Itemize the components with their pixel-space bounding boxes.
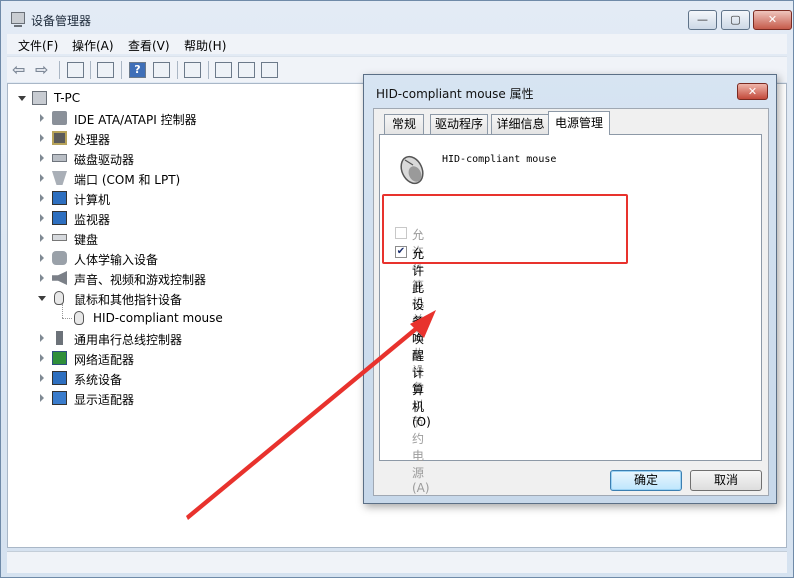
tree-item-label: 键盘 bbox=[74, 233, 99, 247]
tree-item-label: 显示适配器 bbox=[74, 393, 135, 407]
menu-help[interactable]: 帮助(H) bbox=[184, 37, 226, 54]
system-device-icon bbox=[52, 371, 67, 385]
properties-dialog: HID-compliant mouse 属性 ✕ 常规 驱动程序 详细信息 电源… bbox=[363, 74, 777, 504]
ide-controller-icon bbox=[52, 111, 67, 125]
port-icon bbox=[52, 171, 67, 185]
usb-icon bbox=[56, 331, 63, 345]
computer-icon bbox=[32, 91, 47, 105]
tree-item-label: 鼠标和其他指针设备 bbox=[74, 293, 183, 307]
tab-power-management[interactable]: 电源管理 bbox=[548, 111, 610, 135]
keyboard-icon bbox=[52, 234, 67, 241]
power-management-panel: HID-compliant mouse 允许计算机关闭此设备以节约电源(A) ✔… bbox=[379, 134, 762, 495]
tree-connector bbox=[62, 304, 63, 318]
collapse-icon[interactable] bbox=[18, 96, 26, 101]
menu-bar: 文件(F) 操作(A) 查看(V) 帮助(H) bbox=[7, 34, 787, 54]
sound-icon bbox=[52, 271, 67, 285]
action-icon[interactable] bbox=[153, 62, 170, 78]
console-tree-icon[interactable] bbox=[67, 62, 84, 78]
ok-button[interactable]: 确定 bbox=[610, 470, 682, 491]
tree-item-label: IDE ATA/ATAPI 控制器 bbox=[74, 113, 197, 127]
menu-action[interactable]: 操作(A) bbox=[72, 37, 114, 54]
back-icon[interactable]: ⇦ bbox=[12, 62, 29, 78]
cancel-button[interactable]: 取消 bbox=[690, 470, 762, 491]
annotation-highlight-box bbox=[382, 194, 628, 264]
tree-item-label: 端口 (COM 和 LPT) bbox=[74, 173, 181, 187]
tree-root-label: T-PC bbox=[54, 91, 81, 105]
toolbar-separator bbox=[121, 61, 122, 79]
expand-icon[interactable] bbox=[40, 134, 44, 142]
tree-item-label: 系统设备 bbox=[74, 373, 123, 387]
menu-view[interactable]: 查看(V) bbox=[128, 37, 170, 54]
tree-connector bbox=[62, 318, 72, 319]
expand-icon[interactable] bbox=[40, 174, 44, 182]
tab-driver[interactable]: 驱动程序 bbox=[430, 114, 488, 135]
tree-item-label: 网络适配器 bbox=[74, 353, 135, 367]
expand-icon[interactable] bbox=[40, 334, 44, 342]
close-button[interactable]: ✕ bbox=[753, 10, 792, 30]
network-icon bbox=[52, 351, 67, 365]
device-name: HID-compliant mouse bbox=[442, 154, 557, 165]
tree-item-label: HID-compliant mouse bbox=[93, 311, 223, 325]
mouse-icon bbox=[74, 311, 84, 325]
tab-details[interactable]: 详细信息 bbox=[491, 114, 550, 135]
dialog-close-button[interactable]: ✕ bbox=[737, 83, 768, 100]
scan-hardware-icon[interactable] bbox=[184, 62, 201, 78]
dialog-body: 常规 驱动程序 详细信息 电源管理 HID-compliant mouse 允许… bbox=[373, 108, 769, 496]
computer-icon bbox=[52, 191, 67, 205]
properties-icon[interactable] bbox=[97, 62, 114, 78]
disable-icon[interactable] bbox=[261, 62, 278, 78]
expand-icon[interactable] bbox=[40, 354, 44, 362]
expand-icon[interactable] bbox=[40, 214, 44, 222]
toolbar-separator bbox=[59, 61, 60, 79]
expand-icon[interactable] bbox=[40, 114, 44, 122]
allow-wake-label: 允许此设备唤醒计算机(O) bbox=[412, 247, 431, 429]
window-title: 设备管理器 bbox=[31, 14, 92, 28]
tab-general[interactable]: 常规 bbox=[384, 114, 424, 135]
expand-icon[interactable] bbox=[40, 394, 44, 402]
forward-icon[interactable]: ⇨ bbox=[35, 62, 52, 78]
expand-icon[interactable] bbox=[40, 254, 44, 262]
help-icon[interactable]: ? bbox=[129, 62, 146, 78]
processor-icon bbox=[52, 131, 67, 145]
collapse-icon[interactable] bbox=[38, 296, 46, 301]
tree-item-label: 监视器 bbox=[74, 213, 111, 227]
expand-icon[interactable] bbox=[40, 154, 44, 162]
status-bar bbox=[7, 551, 787, 573]
expand-icon[interactable] bbox=[40, 234, 44, 242]
toolbar-separator bbox=[208, 61, 209, 79]
display-adapter-icon bbox=[52, 391, 67, 405]
expand-icon[interactable] bbox=[40, 274, 44, 282]
device-manager-icon bbox=[11, 12, 25, 27]
tree-item-label: 声音、视频和游戏控制器 bbox=[74, 273, 207, 287]
mouse-icon bbox=[54, 291, 64, 305]
maximize-button[interactable]: ▢ bbox=[721, 10, 750, 30]
tree-item-label: 人体学输入设备 bbox=[74, 253, 159, 267]
expand-icon[interactable] bbox=[40, 194, 44, 202]
hid-icon bbox=[52, 251, 67, 265]
tree-item-label: 处理器 bbox=[74, 133, 111, 147]
monitor-icon bbox=[52, 211, 67, 225]
tree-item-label: 通用串行总线控制器 bbox=[74, 333, 183, 347]
title-bar: 设备管理器 — ▢ ✕ bbox=[1, 1, 793, 33]
menu-file[interactable]: 文件(F) bbox=[18, 37, 58, 54]
uninstall-icon[interactable] bbox=[238, 62, 255, 78]
dialog-title: HID-compliant mouse 属性 bbox=[376, 87, 534, 101]
toolbar-separator bbox=[90, 61, 91, 79]
minimize-button[interactable]: — bbox=[688, 10, 717, 30]
mouse-icon bbox=[400, 155, 424, 185]
tree-item-label: 计算机 bbox=[74, 193, 111, 207]
tree-item-label: 磁盘驱动器 bbox=[74, 153, 135, 167]
update-driver-icon[interactable] bbox=[215, 62, 232, 78]
toolbar-separator bbox=[177, 61, 178, 79]
expand-icon[interactable] bbox=[40, 374, 44, 382]
disk-drive-icon bbox=[52, 154, 67, 162]
